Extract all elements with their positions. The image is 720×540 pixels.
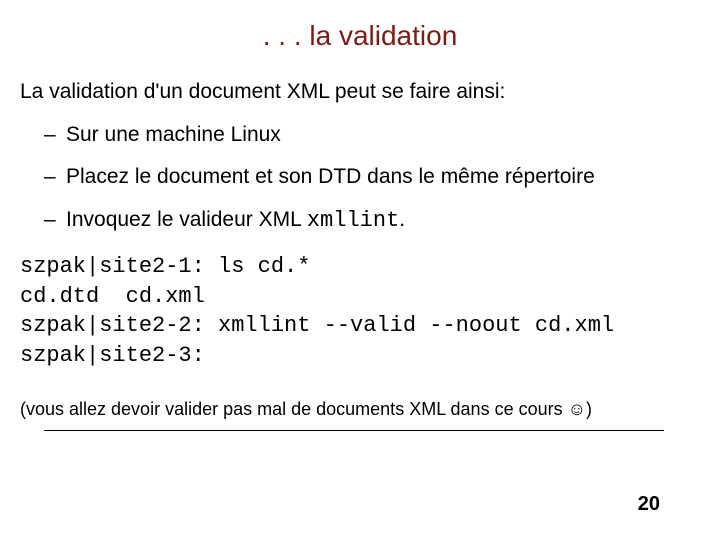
footnote-pre: (vous allez devoir valider pas mal de do…	[20, 399, 568, 419]
divider	[44, 430, 664, 431]
footnote-post: )	[586, 399, 592, 419]
bullet-3-posttext: .	[399, 208, 405, 231]
code-block: szpak|site2-1: ls cd.* cd.dtd cd.xml szp…	[20, 252, 700, 371]
bullet-item-3: Invoquez le valideur XML xmllint.	[20, 207, 700, 235]
page-number: 20	[638, 493, 660, 516]
smiley-icon: ☺	[568, 399, 586, 419]
bullet-3-pretext: Invoquez le valideur XML	[66, 208, 307, 231]
bullet-list: Sur une machine Linux Placez le document…	[20, 122, 700, 234]
slide-body: La validation d'un document XML peut se …	[20, 80, 700, 431]
bullet-item-2: Placez le document et son DTD dans le mê…	[20, 164, 700, 190]
intro-text: La validation d'un document XML peut se …	[20, 80, 700, 104]
bullet-3-command: xmllint	[307, 208, 399, 233]
slide: . . . la validation La validation d'un d…	[0, 0, 720, 540]
slide-title: . . . la validation	[20, 20, 700, 52]
footnote: (vous allez devoir valider pas mal de do…	[20, 399, 700, 420]
bullet-item-1: Sur une machine Linux	[20, 122, 700, 148]
